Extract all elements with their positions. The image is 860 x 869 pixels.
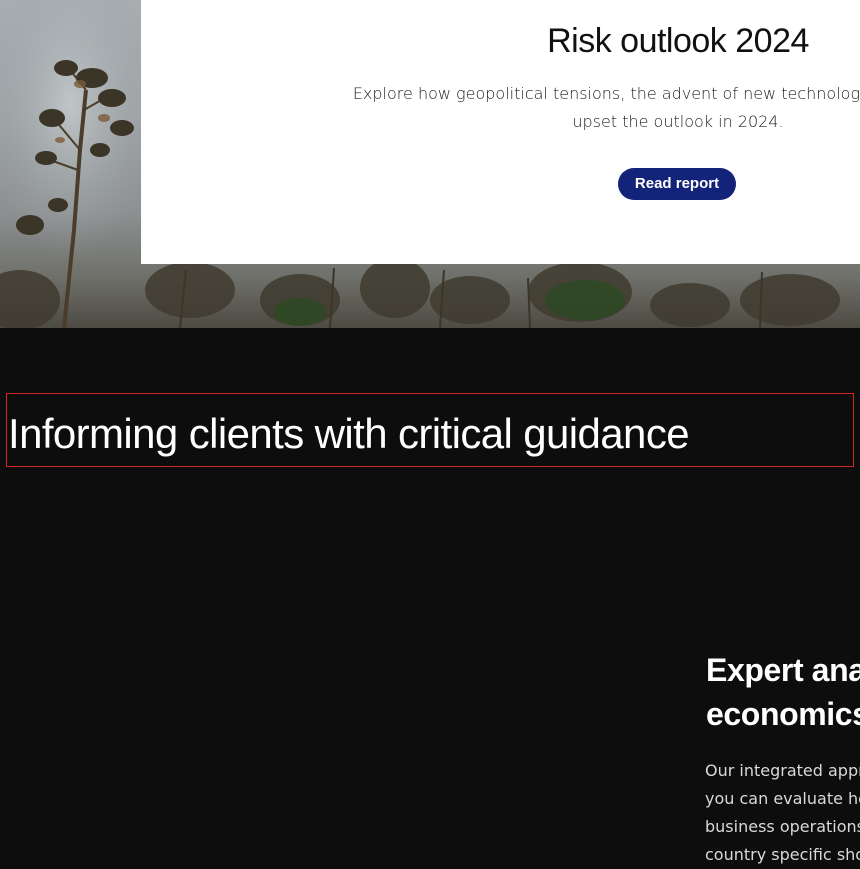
expert-body-line: Our integrated appro xyxy=(705,761,860,780)
read-report-button[interactable]: Read report xyxy=(618,168,736,200)
expert-analysis-title: Expert ana economics xyxy=(706,648,860,736)
expert-title-line-2: economics xyxy=(706,696,860,732)
card-description: Explore how geopolitical tensions, the a… xyxy=(265,80,860,136)
expert-body-line: business operations c xyxy=(705,817,860,836)
expert-title-line-1: Expert ana xyxy=(706,652,860,688)
expert-body-line: you can evaluate how xyxy=(705,789,860,808)
card-description-line-1: Explore how geopolitical tensions, the a… xyxy=(352,84,860,103)
card-title: Risk outlook 2024 xyxy=(547,22,809,60)
expert-body-line: country specific shoc xyxy=(705,845,860,864)
expert-analysis-body: Our integrated appro you can evaluate ho… xyxy=(705,757,860,869)
featured-report-card: Risk outlook 2024 Explore how geopolitic… xyxy=(141,0,860,264)
section-heading: Informing clients with critical guidance xyxy=(8,410,690,457)
section-heading-highlight: Informing clients with critical guidance xyxy=(6,393,854,467)
card-description-line-2: upset the outlook in 2024. xyxy=(572,112,784,131)
